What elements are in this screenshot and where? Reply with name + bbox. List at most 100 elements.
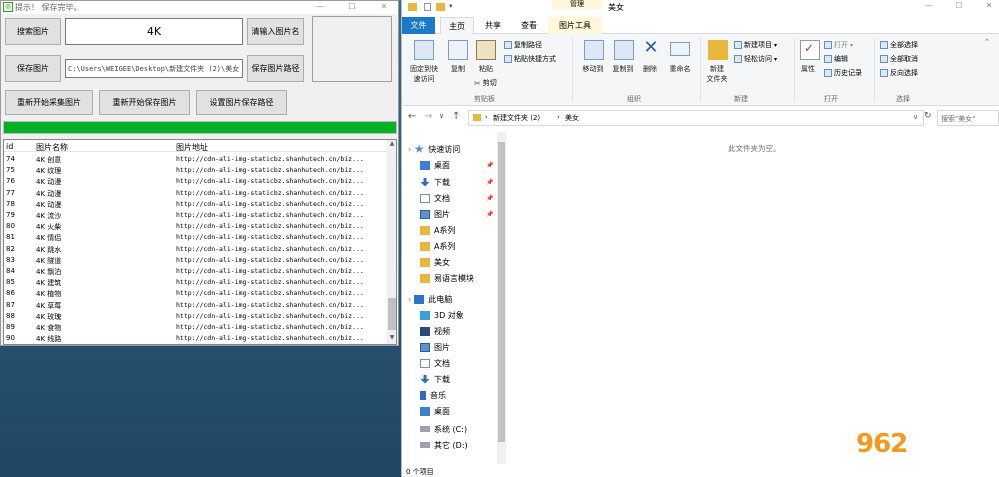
paste-shortcut-button[interactable]: 粘贴快捷方式 bbox=[504, 54, 556, 64]
nav-item[interactable]: 系统 (C:) bbox=[406, 422, 498, 436]
nav-item[interactable]: 图片 bbox=[406, 340, 498, 354]
nav-item[interactable]: 视频 bbox=[406, 324, 498, 338]
scroll-down-icon[interactable]: ▼ bbox=[387, 334, 396, 344]
column-header-id[interactable]: id bbox=[6, 142, 13, 151]
table-row[interactable]: 85 4K 建筑 http://cdn-ali-img-staticbz.shanh… bbox=[4, 277, 387, 288]
new-item-button[interactable]: 新建项目 ▾ bbox=[734, 40, 777, 50]
maximize-button[interactable]: ☐ bbox=[341, 1, 363, 14]
history-button[interactable]: 历史记录 bbox=[824, 68, 862, 78]
new-folder-icon[interactable] bbox=[708, 40, 728, 60]
nav-item[interactable]: 图片 📌 bbox=[406, 207, 498, 221]
invert-selection-button[interactable]: 反向选择 bbox=[880, 68, 918, 78]
nav-item[interactable]: 下载 bbox=[406, 372, 498, 386]
scroll-up-icon[interactable]: ▲ bbox=[387, 140, 396, 150]
delete-button[interactable]: 删除 bbox=[636, 64, 664, 74]
table-row[interactable]: 84 4K 飘泊 http://cdn-ali-img-staticbz.shanh… bbox=[4, 266, 387, 277]
new-folder-quick-icon[interactable] bbox=[436, 3, 445, 11]
table-row[interactable]: 82 4K 跳水 http://cdn-ali-img-staticbz.shanh… bbox=[4, 244, 387, 255]
tab-home[interactable]: 主页 bbox=[440, 17, 474, 34]
address-dropdown-icon[interactable]: ∨ bbox=[913, 113, 918, 121]
paste-button[interactable]: 粘贴 bbox=[472, 64, 500, 74]
tab-share[interactable]: 共享 bbox=[476, 17, 510, 34]
select-all-button[interactable]: 全部选择 bbox=[880, 40, 918, 50]
restart-save-button[interactable]: 重新开始保存图片 bbox=[99, 90, 190, 115]
save-images-button[interactable]: 保存图片 bbox=[5, 55, 61, 82]
set-save-path-button[interactable]: 设置图片保存路径 bbox=[196, 90, 287, 115]
table-row[interactable]: 78 4K 动漫 http://cdn-ali-img-staticbz.shanh… bbox=[4, 199, 387, 210]
nav-item[interactable]: 桌面 bbox=[406, 404, 498, 418]
nav-item[interactable]: 音乐 bbox=[406, 388, 498, 402]
nav-item[interactable]: 3D 对象 bbox=[406, 308, 498, 322]
copy-to-icon[interactable] bbox=[614, 40, 634, 60]
forward-arrow-icon[interactable]: → bbox=[424, 111, 432, 122]
nav-scrollbar[interactable] bbox=[497, 132, 506, 464]
table-row[interactable]: 76 4K 动漫 http://cdn-ali-img-staticbz.shanh… bbox=[4, 176, 387, 187]
table-row[interactable]: 87 4K 草莓 http://cdn-ali-img-staticbz.shanh… bbox=[4, 300, 387, 311]
back-arrow-icon[interactable]: ← bbox=[408, 111, 416, 122]
scroll-thumb[interactable] bbox=[388, 298, 396, 330]
explorer-maximize-button[interactable]: ☐ bbox=[948, 0, 970, 13]
copy-path-button[interactable]: 复制路径 bbox=[504, 40, 542, 50]
nav-item[interactable]: A系列 bbox=[406, 223, 498, 237]
explorer-close-button[interactable]: ✕ bbox=[978, 0, 999, 13]
table-row[interactable]: 74 4K 创意 http://cdn-ali-img-staticbz.shanh… bbox=[4, 154, 387, 165]
nav-item[interactable]: 其它 (D:) bbox=[406, 438, 498, 452]
search-input[interactable]: 搜索"美女" bbox=[937, 110, 999, 126]
list-scrollbar[interactable]: ▲ ▼ bbox=[387, 140, 396, 344]
nav-item[interactable]: 文档 bbox=[406, 356, 498, 370]
table-row[interactable]: 80 4K 火柴 http://cdn-ali-img-staticbz.shanh… bbox=[4, 221, 387, 232]
pin-icon[interactable] bbox=[414, 40, 434, 60]
image-list[interactable]: id 图片名称 图片地址 74 4K 创意 http://cdn-ali-img-s… bbox=[3, 139, 397, 345]
paste-icon[interactable] bbox=[476, 40, 496, 60]
select-none-button[interactable]: 全部取消 bbox=[880, 54, 918, 64]
pin-icon[interactable]: 📌 bbox=[486, 162, 493, 169]
column-header-url[interactable]: 图片地址 bbox=[176, 142, 208, 153]
table-row[interactable]: 86 4K 植物 http://cdn-ali-img-staticbz.shanh… bbox=[4, 288, 387, 299]
quick-access-toolbar-dropdown-icon[interactable]: ▾ bbox=[449, 2, 453, 10]
table-row[interactable]: 81 4K 情侣 http://cdn-ali-img-staticbz.shanh… bbox=[4, 232, 387, 243]
nav-item[interactable]: 文档 📌 bbox=[406, 191, 498, 205]
search-images-button[interactable]: 搜索图片 bbox=[5, 18, 61, 45]
pin-icon[interactable]: 📌 bbox=[486, 211, 493, 218]
up-arrow-icon[interactable]: ↑ bbox=[452, 111, 460, 122]
clear-name-button[interactable]: 清输入图片名 bbox=[247, 18, 304, 45]
restart-collect-button[interactable]: 重新开始采集图片 bbox=[5, 90, 93, 115]
table-row[interactable]: 89 4K 食物 http://cdn-ali-img-staticbz.shanh… bbox=[4, 322, 387, 333]
cut-button[interactable]: ✂ 剪切 bbox=[474, 78, 497, 88]
column-header-name[interactable]: 图片名称 bbox=[36, 142, 68, 153]
table-row[interactable]: 83 4K 隧道 http://cdn-ali-img-staticbz.shanh… bbox=[4, 255, 387, 266]
copy-icon[interactable] bbox=[448, 40, 468, 60]
nav-scroll-thumb[interactable] bbox=[498, 142, 505, 442]
nav-item[interactable]: A系列 bbox=[406, 239, 498, 253]
refresh-icon[interactable]: ↻ bbox=[924, 111, 932, 121]
copy-to-button[interactable]: 复制到 bbox=[606, 64, 640, 74]
delete-x-icon[interactable]: ✕ bbox=[642, 37, 660, 58]
explorer-minimize-button[interactable]: — bbox=[918, 0, 940, 13]
save-path-field[interactable]: C:\Users\WEIGEE\Desktop\新建文件夹 (2)\美女 bbox=[65, 59, 243, 78]
copy-button[interactable]: 复制 bbox=[444, 64, 472, 74]
keyword-input[interactable]: 4K bbox=[65, 18, 243, 45]
nav-item[interactable]: › 快速访问 bbox=[406, 142, 498, 156]
breadcrumb-item[interactable]: 新建文件夹 (2) bbox=[493, 113, 540, 123]
save-path-button[interactable]: 保存图片路径 bbox=[247, 55, 304, 82]
nav-item[interactable]: › 此电脑 bbox=[406, 292, 498, 306]
properties-quick-icon[interactable] bbox=[424, 3, 431, 11]
move-to-icon[interactable] bbox=[584, 40, 604, 60]
collapse-ribbon-icon[interactable]: ⌃ bbox=[984, 38, 990, 46]
table-row[interactable]: 75 4K 纹理 http://cdn-ali-img-staticbz.shanh… bbox=[4, 165, 387, 176]
minimize-button[interactable]: — bbox=[309, 1, 331, 14]
nav-item[interactable]: 易语言模块 bbox=[406, 271, 498, 285]
tab-view[interactable]: 查看 bbox=[512, 17, 546, 34]
expand-chevron-icon[interactable]: › bbox=[408, 145, 411, 154]
edit-button[interactable]: 编辑 bbox=[824, 54, 848, 64]
file-content-area[interactable] bbox=[506, 132, 999, 464]
move-to-button[interactable]: 移动到 bbox=[576, 64, 610, 74]
expand-chevron-icon[interactable]: › bbox=[408, 295, 411, 304]
table-row[interactable]: 88 4K 玫瑰 http://cdn-ali-img-staticbz.shanh… bbox=[4, 311, 387, 322]
table-row[interactable]: 90 4K 线路 http://cdn-ali-img-staticbz.shanh… bbox=[4, 333, 387, 344]
close-button[interactable]: ✕ bbox=[373, 1, 395, 14]
properties-button[interactable]: 属性 bbox=[796, 64, 820, 74]
nav-item[interactable]: 下载 📌 bbox=[406, 175, 498, 189]
rename-icon[interactable] bbox=[670, 42, 690, 56]
open-button[interactable]: 打开 ▾ bbox=[824, 40, 853, 50]
